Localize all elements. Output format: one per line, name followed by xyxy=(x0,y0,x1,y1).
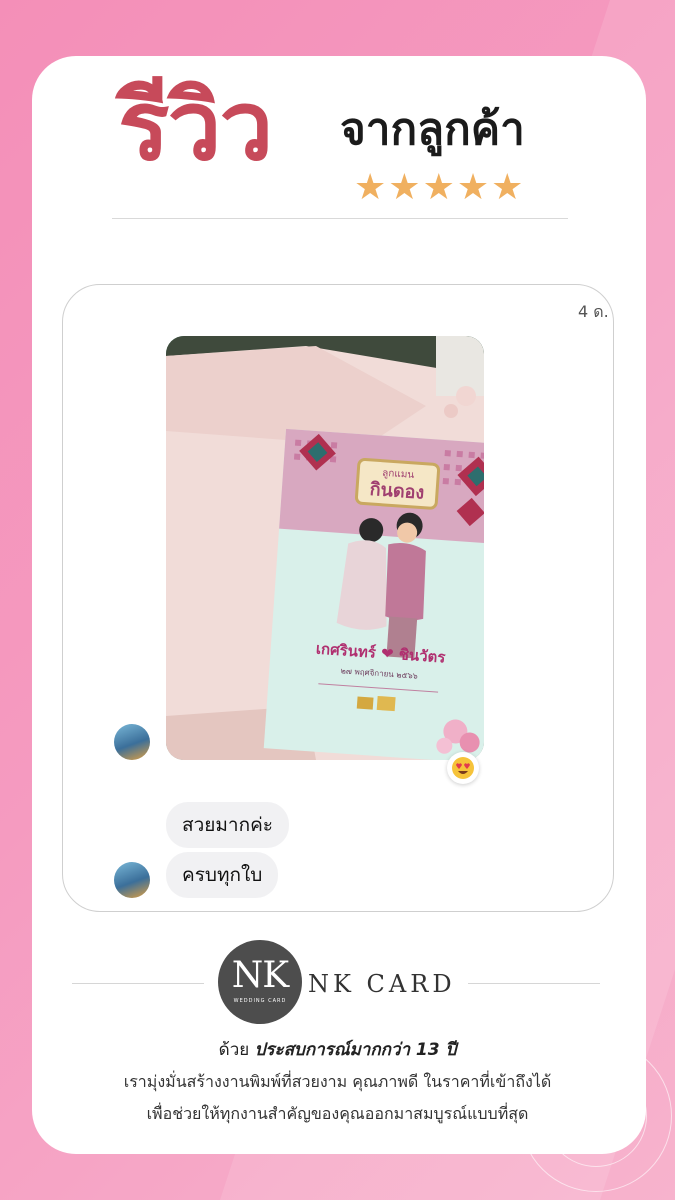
page-subtitle: จากลูกค้า xyxy=(340,104,525,155)
divider xyxy=(112,218,568,219)
star-icon: ★ xyxy=(422,167,455,208)
invitation-photo-illustration: ลูกแมน กินดอง เกศรินทร์ ❤ ชินวัตร ๒๗ พฤศ… xyxy=(166,336,484,760)
tagline-line-2: เรามุ่งมั่นสร้างงานพิมพ์ที่สวยงาม คุณภาพ… xyxy=(123,1072,552,1091)
customer-photo[interactable]: ลูกแมน กินดอง เกศรินทร์ ❤ ชินวัตร ๒๗ พฤศ… xyxy=(166,336,484,760)
star-icon: ★ xyxy=(388,167,421,208)
footer-divider-right xyxy=(468,983,600,984)
tagline-line-3: เพื่อช่วยให้ทุกงานสำคัญของคุณออกมาสมบูรณ… xyxy=(146,1104,529,1123)
tagline-prefix: ด้วย xyxy=(218,1040,250,1060)
brand-name: NK CARD xyxy=(308,970,456,998)
star-icon: ★ xyxy=(456,167,490,208)
logo-mark: NK xyxy=(231,955,289,996)
tagline-experience: ประสบการณ์มากกว่า 13 ปี xyxy=(254,1040,457,1060)
customer-avatar[interactable] xyxy=(114,862,150,898)
chat-message-bubble: สวยมากค่ะ xyxy=(166,802,290,848)
card-top-title: กินดอง xyxy=(369,479,425,504)
star-icon: ★ xyxy=(354,167,387,208)
star-icon: ★ xyxy=(491,167,524,208)
chat-message-bubble: ครบทุกใบ xyxy=(166,852,279,898)
message-timestamp: 4 ด. xyxy=(578,302,609,321)
logo-subtitle: WEDDING CARD xyxy=(233,998,287,1004)
heart-eyes-emoji-icon[interactable] xyxy=(447,752,479,784)
page-title: รีวิว xyxy=(118,70,273,182)
customer-avatar[interactable] xyxy=(114,724,150,760)
rating-stars: ★ ★ ★ ★ ★ xyxy=(354,170,523,206)
tagline: ด้วย ประสบการณ์มากกว่า 13 ปี xyxy=(0,1036,675,1063)
brand-logo: NK WEDDING CARD xyxy=(218,940,302,1024)
card-top-label: ลูกแมน xyxy=(382,468,415,481)
footer-divider-left xyxy=(72,983,204,984)
